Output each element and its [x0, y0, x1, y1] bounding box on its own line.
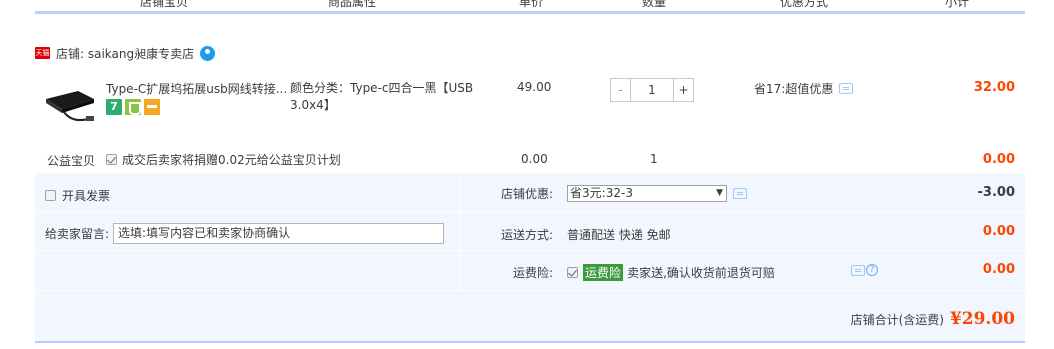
column-header-quantity: 数量 [642, 0, 667, 9]
tmall-icon: 天猫 [35, 47, 50, 59]
seller-message: 给卖家留言: 选填:填写内容已和卖家协商确认 [45, 223, 445, 244]
item-subtotal: 32.00 [973, 80, 1015, 95]
column-header-shop-item: 店铺宝贝 [140, 0, 189, 9]
shipping-amount: 0.00 [982, 224, 1015, 239]
charity-row: 公益宝贝 成交后卖家将捐赠0.02元给公益宝贝计划 0.00 1 0.00 [35, 145, 1025, 173]
message-label: 给卖家留言: [45, 227, 110, 241]
product-title-link[interactable]: Type-C扩展坞拓展usb网线转接... [106, 80, 287, 97]
shield-icon[interactable] [125, 99, 141, 115]
charity-qty: 1 [650, 152, 658, 166]
charity-checkbox[interactable] [106, 154, 117, 165]
shop-discount: 店铺优惠: 省3元:32-3 ▼ [501, 185, 748, 202]
insurance-checkbox[interactable] [567, 267, 579, 278]
shop-discount-select[interactable]: 省3元:32-3 ▼ [567, 185, 728, 202]
shop-discount-label: 店铺优惠: [501, 187, 554, 201]
shop-header: 天猫 店铺: saikang昶康专卖店 [35, 44, 216, 62]
divider [460, 173, 461, 290]
insurance-tag: 运费险 [583, 264, 624, 281]
credit-card-icon[interactable] [144, 99, 160, 115]
seller-message-input[interactable]: 选填:填写内容已和卖家协商确认 [113, 223, 445, 244]
shipping-method: 运送方式: 普通配送 快递 免邮 [501, 226, 671, 243]
insurance-description: 卖家送,确认收货前退货可赔 [627, 266, 775, 280]
product-sku: 颜色分类：Type-c四合一黑【USB 3.0x4】 [290, 81, 474, 112]
insurance-label: 运费险: [513, 266, 554, 280]
invoice-checkbox[interactable] [45, 190, 56, 201]
invoice-label: 开具发票 [62, 189, 111, 203]
discount-text: 省17:超值优惠 [754, 82, 834, 96]
charity-price: 0.00 [521, 152, 548, 166]
message-icon[interactable] [839, 83, 854, 94]
7-day-return-icon[interactable]: 7 [106, 99, 122, 115]
insurance-amount: 0.00 [982, 262, 1015, 277]
quantity-plus-button[interactable]: + [673, 79, 693, 101]
shipping-value: 普通配送 快递 免邮 [567, 228, 671, 242]
service-icons: 7 [106, 99, 160, 115]
summary-divider [35, 341, 1025, 343]
shipping-insurance: 运费险: 运费险 卖家送,确认收货前退货可赔 [513, 264, 775, 281]
help-icon[interactable]: ? [866, 264, 878, 276]
quantity-minus-button[interactable]: - [611, 79, 631, 101]
column-header-price: 单价 [519, 0, 544, 9]
shop-discount-amount: -3.00 [977, 185, 1015, 200]
message-icon[interactable] [851, 264, 865, 276]
order-options: 开具发票 店铺优惠: 省3元:32-3 ▼ -3.00 给卖家留言: 选填:填写… [35, 173, 1025, 342]
shop-total-label: 店铺合计(含运费) [850, 312, 944, 327]
column-header-subtotal: 小计 [945, 0, 970, 9]
shop-discount-selected: 省3元:32-3 [570, 186, 633, 200]
chevron-down-icon: ▼ [716, 188, 724, 198]
charity-subtotal: 0.00 [982, 152, 1015, 167]
quantity-input[interactable]: 1 [631, 79, 673, 101]
charity-description: 成交后卖家将捐赠0.02元给公益宝贝计划 [106, 151, 341, 168]
insurance-icons: ? [851, 264, 878, 276]
unit-price: 49.00 [517, 80, 552, 94]
shop-name-link[interactable]: 店铺: saikang昶康专卖店 [56, 45, 194, 62]
invoice-option: 开具发票 [45, 187, 110, 204]
quantity-stepper: - 1 + [610, 78, 694, 102]
header-divider [35, 11, 1025, 14]
divider [35, 290, 1025, 291]
product-thumbnail[interactable] [42, 79, 98, 127]
shop-total: 店铺合计(含运费) ¥29.00 [851, 309, 1015, 329]
shipping-label: 运送方式: [501, 228, 554, 242]
shop-total-value: ¥29.00 [949, 309, 1015, 329]
column-header-discount: 优惠方式 [780, 0, 829, 9]
message-icon[interactable] [733, 188, 748, 199]
divider [35, 211, 1025, 212]
charity-text: 成交后卖家将捐赠0.02元给公益宝贝计划 [122, 153, 341, 167]
item-discount: 省17:超值优惠 [754, 80, 854, 97]
divider [35, 250, 1025, 251]
column-header-attributes: 商品属性 [328, 0, 377, 9]
chat-icon[interactable] [200, 45, 216, 61]
cart-item-row: Type-C扩展坞拓展usb网线转接... 7 颜色分类：Type-c四合一黑【… [35, 70, 1025, 140]
charity-label: 公益宝贝 [47, 154, 96, 168]
